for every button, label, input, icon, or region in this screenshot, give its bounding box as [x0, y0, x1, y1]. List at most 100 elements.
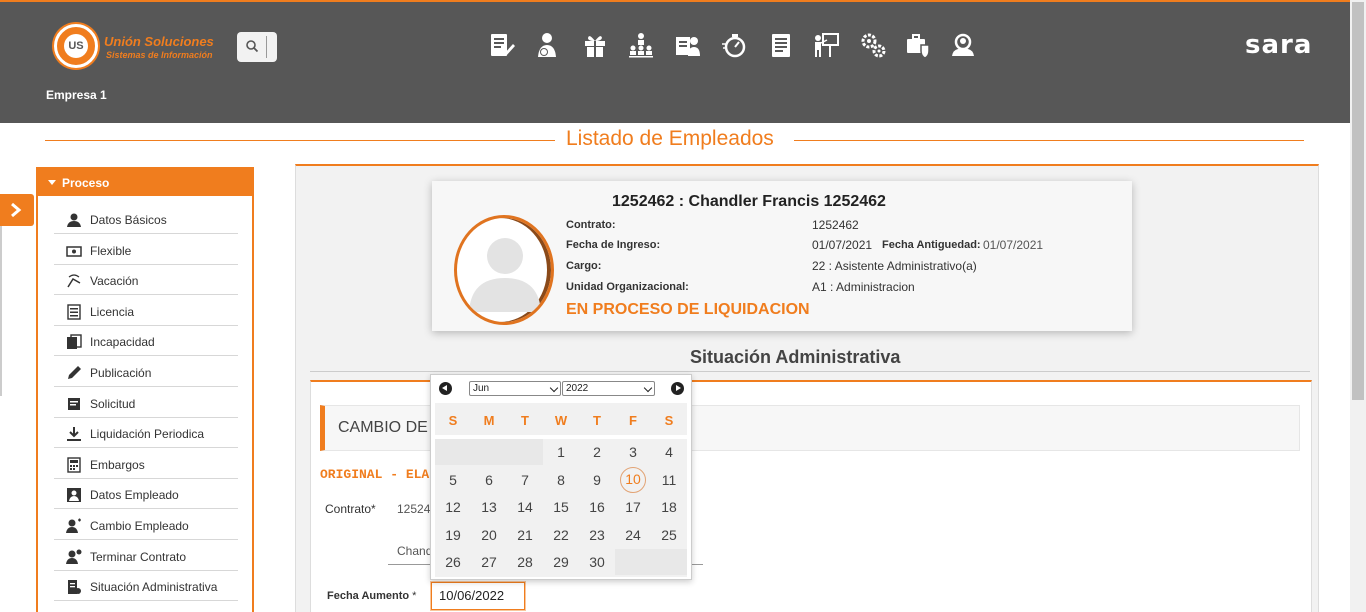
calendar-day[interactable]: 19 [438, 522, 468, 547]
sidebar-item-flexible[interactable]: Flexible [54, 235, 238, 265]
sidebar-item-vacación[interactable]: Vacación [54, 265, 238, 296]
scrollbar-thumb[interactable] [1352, 2, 1364, 400]
calendar-day[interactable]: 22 [546, 522, 576, 547]
contrato-label: Contrato: [566, 219, 616, 231]
beach-chair-icon [66, 273, 82, 289]
sidebar-item-situación-administrativa[interactable]: Situación Administrativa [54, 571, 238, 602]
contrato-field-label: Contrato* [325, 502, 376, 516]
contrato-field[interactable]: 12524 [397, 502, 430, 516]
original-label: ORIGINAL - ELA [320, 467, 430, 482]
presentation-icon[interactable] [811, 30, 841, 60]
calculator-icon [66, 457, 82, 473]
id-card-person-icon[interactable] [673, 30, 703, 60]
person-change-icon [66, 518, 82, 534]
module-toolbar [486, 30, 986, 62]
sidebar-item-label: Publicación [90, 366, 152, 380]
next-month-icon[interactable] [671, 382, 684, 395]
section-divider [310, 371, 1310, 372]
sidebar-item-liquidación-periodica[interactable]: Liquidación Periodica [54, 418, 238, 449]
sidebar-item-licencia[interactable]: Licencia [54, 296, 238, 326]
sidebar-item-embargos[interactable]: Embargos [54, 449, 238, 479]
sidebar-item-publicación[interactable]: Publicación [54, 357, 238, 387]
gears-icon[interactable] [858, 30, 888, 60]
calendar-day[interactable]: 12 [438, 495, 468, 519]
medical-docs-icon [66, 334, 82, 350]
calendar-day[interactable]: 28 [510, 550, 540, 574]
page-scrollbar[interactable] [1350, 0, 1366, 612]
datepicker: Jun 2022 SMTWTFS 1 2 3 4 5 6 7 8 9 10 11 12 13 14 15 16… [430, 374, 692, 580]
search-button[interactable] [237, 32, 277, 62]
sidebar-item-cambio-empleado[interactable]: Cambio Empleado [54, 510, 238, 540]
caret-down-icon [48, 180, 56, 185]
process-sidebar: Proceso Datos Básicos Flexible Vacación Lic… [36, 167, 254, 612]
prev-month-icon[interactable] [439, 382, 452, 395]
calendar-day[interactable]: 14 [510, 495, 540, 519]
calendar-day[interactable]: 18 [654, 495, 684, 519]
brand-logo: sara [1245, 30, 1313, 60]
document-edit-icon[interactable] [486, 30, 516, 60]
month-select[interactable]: Jun [469, 381, 561, 396]
person-search-icon[interactable] [948, 30, 978, 60]
sidebar-item-datos-básicos[interactable]: Datos Básicos [54, 204, 238, 234]
calendar-day[interactable]: 8 [546, 467, 576, 492]
calendar-day[interactable]: 23 [582, 522, 612, 547]
money-icon [66, 243, 82, 259]
liquidation-status: EN PROCESO DE LIQUIDACION [566, 301, 810, 318]
person-money-icon[interactable] [533, 30, 563, 60]
antiguedad-value: 01/07/2021 [983, 238, 1044, 252]
calendar-day[interactable]: 27 [474, 550, 504, 574]
calendar-day[interactable]: 16 [582, 495, 612, 519]
calendar-day[interactable]: 20 [474, 522, 504, 547]
calendar-day[interactable]: 4 [654, 440, 684, 464]
calendar-day[interactable]: 11 [654, 467, 684, 492]
calendar-day[interactable]: 15 [546, 495, 576, 519]
org-chart-icon[interactable] [626, 30, 656, 60]
company-name[interactable]: Empresa 1 [46, 88, 107, 102]
sidebar-item-incapacidad[interactable]: Incapacidad [54, 326, 238, 357]
sidebar-item-solicitud[interactable]: Solicitud [54, 388, 238, 418]
sidebar-header[interactable]: Proceso [38, 169, 252, 196]
sidebar-toggle-button[interactable] [0, 194, 34, 226]
calendar-day[interactable]: 21 [510, 522, 540, 547]
sidebar-item-label: Solicitud [90, 396, 136, 411]
sidebar-item-datos-empleado[interactable]: Datos Empleado [54, 479, 238, 510]
stopwatch-icon[interactable] [719, 30, 749, 60]
sidebar-item-label: Terminar Contrato [90, 549, 187, 564]
calendar-day[interactable]: 1 [546, 440, 576, 464]
cargo-label: Cargo: [566, 260, 602, 272]
fecha-aumento-input[interactable]: 10/06/2022 [431, 582, 525, 610]
antiguedad-label: Fecha Antiguedad: [882, 239, 981, 251]
download-icon [66, 426, 82, 442]
employee-name-field[interactable]: Chand [397, 544, 432, 558]
year-select[interactable]: 2022 [562, 381, 655, 396]
calendar-day[interactable]: 25 [654, 522, 684, 547]
calendar-day[interactable]: 6 [474, 467, 504, 492]
logo-mark: US [54, 24, 98, 68]
briefcase-shield-icon[interactable] [903, 30, 933, 60]
calendar-day[interactable]: 2 [582, 440, 612, 464]
calendar-day[interactable]: 30 [582, 550, 612, 574]
logo-subtitle: Sistemas de Información [106, 50, 213, 60]
calendar-day[interactable]: 5 [438, 467, 468, 492]
weekday-label: S [664, 413, 674, 428]
calendar-day[interactable]: 7 [510, 467, 540, 492]
side-panel-edge [0, 196, 2, 396]
calendar-day[interactable]: 9 [582, 467, 612, 492]
calendar-day[interactable]: 17 [618, 495, 648, 519]
title-divider-left [45, 140, 555, 141]
contrato-value: 1252462 [812, 218, 859, 232]
calendar-day[interactable]: 26 [438, 550, 468, 574]
sidebar-item-terminar-contrato[interactable]: Terminar Contrato [54, 541, 238, 571]
calendar-day[interactable]: 29 [546, 550, 576, 574]
company-logo[interactable]: US Unión Soluciones Sistemas de Informac… [54, 24, 224, 68]
report-sheet-icon[interactable] [766, 30, 796, 60]
gift-icon[interactable] [580, 30, 610, 60]
cargo-value: 22 : Asistente Administrativo(a) [812, 259, 977, 273]
sidebar-item-label: Liquidación Periodica [90, 427, 205, 442]
calendar-day-highlighted[interactable]: 10 [620, 466, 646, 493]
calendar-day[interactable]: 24 [618, 522, 648, 547]
calendar-day[interactable]: 3 [618, 440, 648, 464]
section-title: Situación Administrativa [690, 347, 901, 367]
calendar-day[interactable]: 13 [474, 495, 504, 519]
fecha-aumento-label: Fecha Aumento * [327, 590, 417, 602]
